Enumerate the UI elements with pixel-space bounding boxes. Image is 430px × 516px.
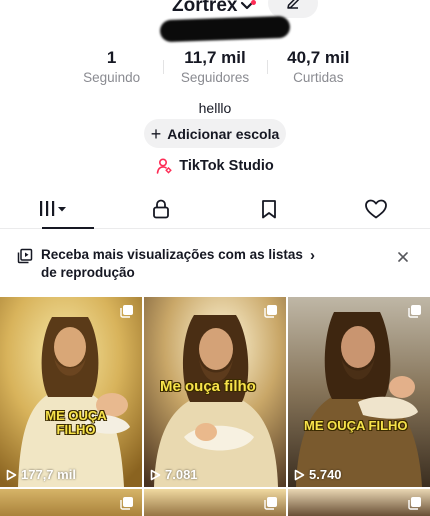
multi-photo-icon	[264, 497, 277, 510]
tab-liked[interactable]	[323, 192, 430, 228]
stat-label: Seguidores	[180, 70, 250, 85]
video-caption: ME OUÇA FILHO	[45, 408, 107, 438]
video-tile[interactable]: ME OUÇA FILHO 177,7 mil	[0, 297, 142, 487]
multi-photo-icon	[120, 497, 133, 510]
view-count-text: 7.081	[165, 467, 198, 482]
view-count: 7.081	[150, 467, 198, 482]
multi-photo-icon	[264, 305, 277, 318]
stat-value: 40,7 mil	[287, 48, 350, 67]
heart-icon	[365, 199, 388, 219]
stat-label: Seguindo	[83, 70, 141, 85]
video-thumbnail	[0, 297, 142, 487]
video-caption: ME OUÇA FILHO	[304, 418, 408, 433]
chevron-right-icon: ›	[310, 247, 315, 264]
view-count: 5.740	[294, 467, 342, 482]
username: Zortrex	[172, 0, 238, 16]
stat-likes[interactable]: 40,7 mil Curtidas	[266, 48, 370, 88]
multi-photo-icon	[408, 305, 421, 318]
plus-icon: +	[150, 123, 162, 144]
bio-text: helllo	[198, 100, 232, 116]
video-tile[interactable]: Me ouça filho 7.081	[144, 297, 286, 487]
multi-photo-icon	[408, 497, 421, 510]
stat-value: 1	[106, 48, 117, 67]
stat-following[interactable]: 1 Seguindo	[60, 48, 163, 88]
tab-saved[interactable]	[215, 192, 323, 228]
lock-icon	[153, 199, 170, 219]
notification-dot	[251, 0, 256, 5]
video-caption: Me ouça filho	[160, 378, 256, 395]
multi-photo-icon	[120, 305, 133, 318]
video-grid: ME OUÇA FILHO 177,7 mil Me ouça filho 7.…	[0, 297, 430, 487]
playlist-promo-banner[interactable]: Receba mais visualizações com as listas …	[0, 244, 430, 288]
stat-value: 11,7 mil	[184, 48, 246, 67]
creator-person-icon	[156, 158, 173, 174]
stat-followers[interactable]: 11,7 mil Seguidores	[163, 48, 266, 88]
redacted-handle	[159, 15, 291, 43]
username-switcher[interactable]: Zortrex	[172, 0, 254, 17]
video-tile[interactable]	[0, 489, 142, 516]
play-icon	[294, 469, 305, 480]
tab-videos[interactable]	[0, 192, 108, 229]
video-tile[interactable]	[144, 489, 286, 516]
video-grid-row-2	[0, 489, 430, 516]
stat-label: Curtidas	[293, 70, 344, 85]
play-icon	[6, 469, 17, 480]
profile-header: Zortrex	[0, 0, 430, 20]
video-thumbnail	[288, 297, 430, 487]
view-count-text: 5.740	[309, 467, 342, 482]
add-school-button[interactable]: + Adicionar escola	[144, 119, 286, 148]
bookmark-icon	[261, 200, 276, 219]
add-school-label: Adicionar escola	[167, 125, 280, 142]
video-tile[interactable]: ME OUÇA FILHO 5.740	[288, 297, 430, 487]
video-tile[interactable]	[288, 489, 430, 516]
studio-label: TikTok Studio	[179, 158, 274, 174]
tab-private[interactable]	[108, 192, 216, 228]
view-count-text: 177,7 mil	[21, 467, 76, 482]
pencil-icon	[287, 0, 299, 9]
play-icon	[150, 469, 161, 480]
profile-stats: 1 Seguindo 11,7 mil Seguidores 40,7 mil …	[60, 48, 370, 88]
view-count: 177,7 mil	[6, 467, 76, 482]
banner-text: Receba mais visualizações com as listas …	[41, 247, 303, 280]
grid-icon	[39, 201, 66, 216]
tiktok-studio-link[interactable]: TikTok Studio	[0, 157, 430, 175]
profile-tabs	[0, 192, 430, 229]
close-icon[interactable]	[396, 250, 410, 264]
playlist-icon	[17, 248, 33, 264]
